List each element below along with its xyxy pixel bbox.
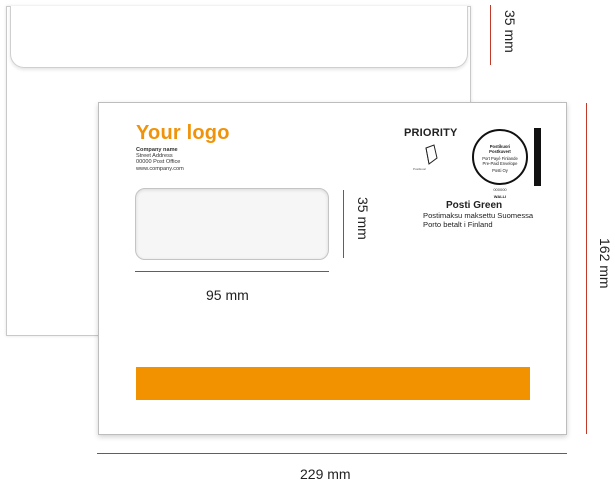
envelope-height-label: 162 mm <box>597 238 613 289</box>
flap-dimension-line <box>490 5 491 65</box>
envelope-flap <box>10 6 468 68</box>
envelope-width-line <box>97 453 567 454</box>
posti-green-label: Posti Green <box>446 200 503 211</box>
black-indicator-bar <box>534 128 541 186</box>
address-post-office: 00000 Post Office <box>136 159 181 165</box>
postage-paid-finnish: Postimaksu maksettu Suomessa <box>423 211 534 220</box>
address-window <box>135 188 329 260</box>
address-website: www.company.com <box>136 166 184 172</box>
stamp-text-line: Pre-Paid Envelope <box>482 161 518 166</box>
window-width-label: 95 mm <box>206 287 249 303</box>
orange-stripe <box>136 367 530 400</box>
postage-paid-swedish: Porto betalt i Finland <box>423 220 493 229</box>
postage-fine-print: Postikuori <box>413 167 427 171</box>
envelope-height-line <box>586 103 587 434</box>
envelope-width-label: 229 mm <box>300 466 351 482</box>
stamp-number: 000000 <box>493 187 507 192</box>
window-height-label: 35 mm <box>355 197 371 240</box>
company-logo: Your logo <box>136 122 230 144</box>
envelope-icon <box>425 144 438 165</box>
stamp-text-line: Posti Oy <box>492 168 508 173</box>
window-width-line <box>135 271 329 272</box>
window-height-line <box>343 190 344 258</box>
stamp-text-line: Postkuvert <box>489 149 511 154</box>
priority-label: PRIORITY <box>404 127 458 139</box>
stamp-walli: WALLI <box>493 194 507 199</box>
flap-dimension-label: 35 mm <box>502 10 518 53</box>
